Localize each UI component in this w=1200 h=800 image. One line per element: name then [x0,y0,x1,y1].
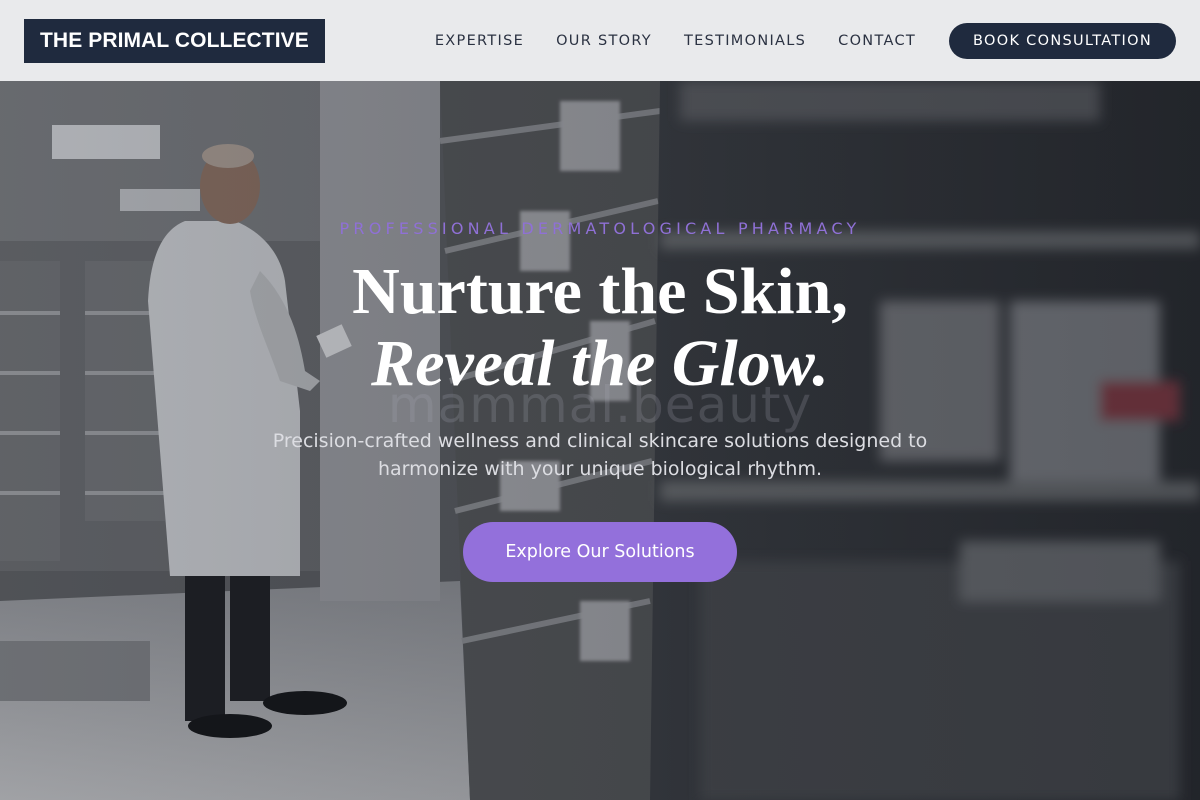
hero-overlay [0,81,1200,800]
nav-link-our-story[interactable]: OUR STORY [556,33,652,49]
brand-logo[interactable]: THE PRIMAL COLLECTIVE [24,18,325,63]
main-nav: EXPERTISE OUR STORY TESTIMONIALS CONTACT… [435,22,1176,59]
hero-section [0,81,1200,800]
site-header: THE PRIMAL COLLECTIVE EXPERTISE OUR STOR… [0,0,1200,81]
nav-link-testimonials[interactable]: TESTIMONIALS [684,33,806,49]
explore-solutions-button[interactable]: Explore Our Solutions [463,522,737,582]
nav-link-contact[interactable]: CONTACT [838,33,916,49]
nav-link-expertise[interactable]: EXPERTISE [435,33,524,49]
book-consultation-button[interactable]: BOOK CONSULTATION [949,22,1176,59]
